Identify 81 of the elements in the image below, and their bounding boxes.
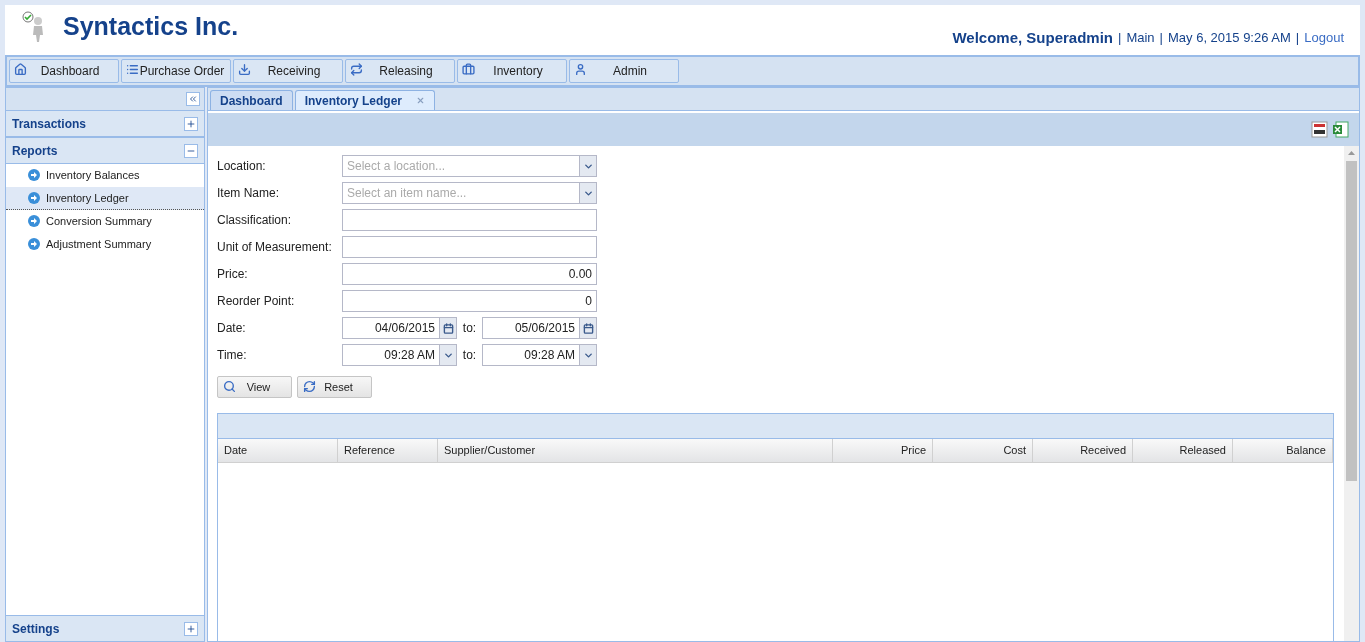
collapse-icon [188, 94, 198, 104]
column-header[interactable]: Price [833, 439, 933, 462]
nav-button[interactable]: Inventory [457, 59, 567, 83]
field-label: Price: [217, 266, 249, 283]
collapse-toggle[interactable] [184, 143, 198, 158]
calendar-icon [442, 322, 454, 334]
section-header[interactable]: Reports [6, 137, 204, 164]
user-icon [574, 63, 587, 76]
nav-button[interactable]: Dashboard [9, 59, 119, 83]
arrow-circle-icon [28, 192, 40, 204]
sidebar-item[interactable]: Inventory Balances [6, 164, 204, 187]
company-name: Syntactics Inc. [63, 11, 239, 43]
input-field[interactable]: 09:28 AM [482, 344, 597, 366]
field-label: Date: [217, 320, 247, 337]
column-header[interactable]: Reference [338, 439, 438, 462]
nav-button[interactable]: Receiving [233, 59, 343, 83]
calendar-icon [582, 322, 594, 334]
plus-icon [186, 118, 196, 129]
column-header[interactable]: Supplier/Customer [438, 439, 833, 462]
spreadsheet-icon[interactable] [1332, 121, 1349, 138]
download-icon [238, 63, 251, 76]
nav-button[interactable]: Admin [569, 59, 679, 83]
field-label: Classification: [217, 212, 293, 229]
separator: | [1118, 29, 1122, 47]
separator: | [1295, 29, 1300, 47]
input-field[interactable]: 0 [342, 290, 597, 312]
column-header[interactable]: Cost [933, 439, 1033, 462]
dropdown-trigger[interactable] [439, 345, 456, 365]
scrollbar[interactable] [1344, 146, 1359, 641]
field-label: Reorder Point: [217, 293, 296, 310]
arrow-circle-icon [28, 169, 40, 181]
column-header[interactable]: Date [218, 439, 338, 462]
plus-icon [186, 623, 196, 634]
tab[interactable]: Inventory Ledger [294, 90, 436, 110]
range-separator: to: [461, 347, 478, 364]
arrow-circle-icon [28, 238, 40, 250]
field-label: Time: [217, 347, 248, 364]
separator: | [1159, 29, 1163, 47]
section-header[interactable]: Settings [6, 615, 204, 641]
header-text: May 6, 2015 9:26 AM [1168, 29, 1291, 47]
expand-toggle[interactable] [184, 621, 198, 636]
column-header[interactable]: Released [1133, 439, 1233, 462]
dropdown-trigger[interactable] [579, 183, 596, 203]
calendar-trigger[interactable] [579, 318, 596, 338]
column-header[interactable]: Received [1033, 439, 1133, 462]
input-field[interactable]: 04/06/2015 [342, 317, 457, 339]
nav-button[interactable]: Purchase Order [121, 59, 231, 83]
range-separator: to: [461, 320, 478, 337]
section-header[interactable]: Transactions [6, 110, 204, 137]
input-field[interactable]: 05/06/2015 [482, 317, 597, 339]
field-label: Unit of Measurement: [217, 239, 333, 256]
dropdown-trigger[interactable] [579, 345, 596, 365]
calendar-trigger[interactable] [439, 318, 456, 338]
search-icon [223, 380, 236, 393]
sidebar-item[interactable]: Inventory Ledger [6, 187, 204, 210]
repeat-icon [350, 63, 363, 76]
welcome-text: Welcome, Superadmin [952, 27, 1113, 48]
header-text: Main [1126, 29, 1155, 47]
input-field[interactable] [342, 236, 597, 258]
reset-button[interactable]: Reset [297, 376, 372, 398]
expand-toggle[interactable] [184, 116, 198, 131]
refresh-icon [303, 380, 316, 393]
pdf-icon[interactable] [1311, 121, 1328, 138]
input-field[interactable]: 0.00 [342, 263, 597, 285]
tab[interactable]: Dashboard [210, 90, 293, 110]
view-button[interactable]: View [217, 376, 292, 398]
home-icon [14, 63, 27, 76]
arrow-circle-icon [28, 215, 40, 227]
input-field[interactable]: 09:28 AM [342, 344, 457, 366]
dropdown-trigger[interactable] [579, 156, 596, 176]
field-label: Location: [217, 158, 267, 175]
collapse-button[interactable] [186, 92, 200, 106]
list-icon [126, 63, 139, 76]
sidebar-item[interactable]: Adjustment Summary [6, 233, 204, 256]
sidebar-item[interactable]: Conversion Summary [6, 210, 204, 233]
briefcase-icon [462, 63, 475, 76]
field-label: Item Name: [217, 185, 280, 202]
logout-link[interactable]: Logout [1304, 28, 1344, 48]
column-header[interactable]: Balance [1233, 439, 1333, 462]
nav-button[interactable]: Releasing [345, 59, 455, 83]
input-field[interactable] [342, 209, 597, 231]
